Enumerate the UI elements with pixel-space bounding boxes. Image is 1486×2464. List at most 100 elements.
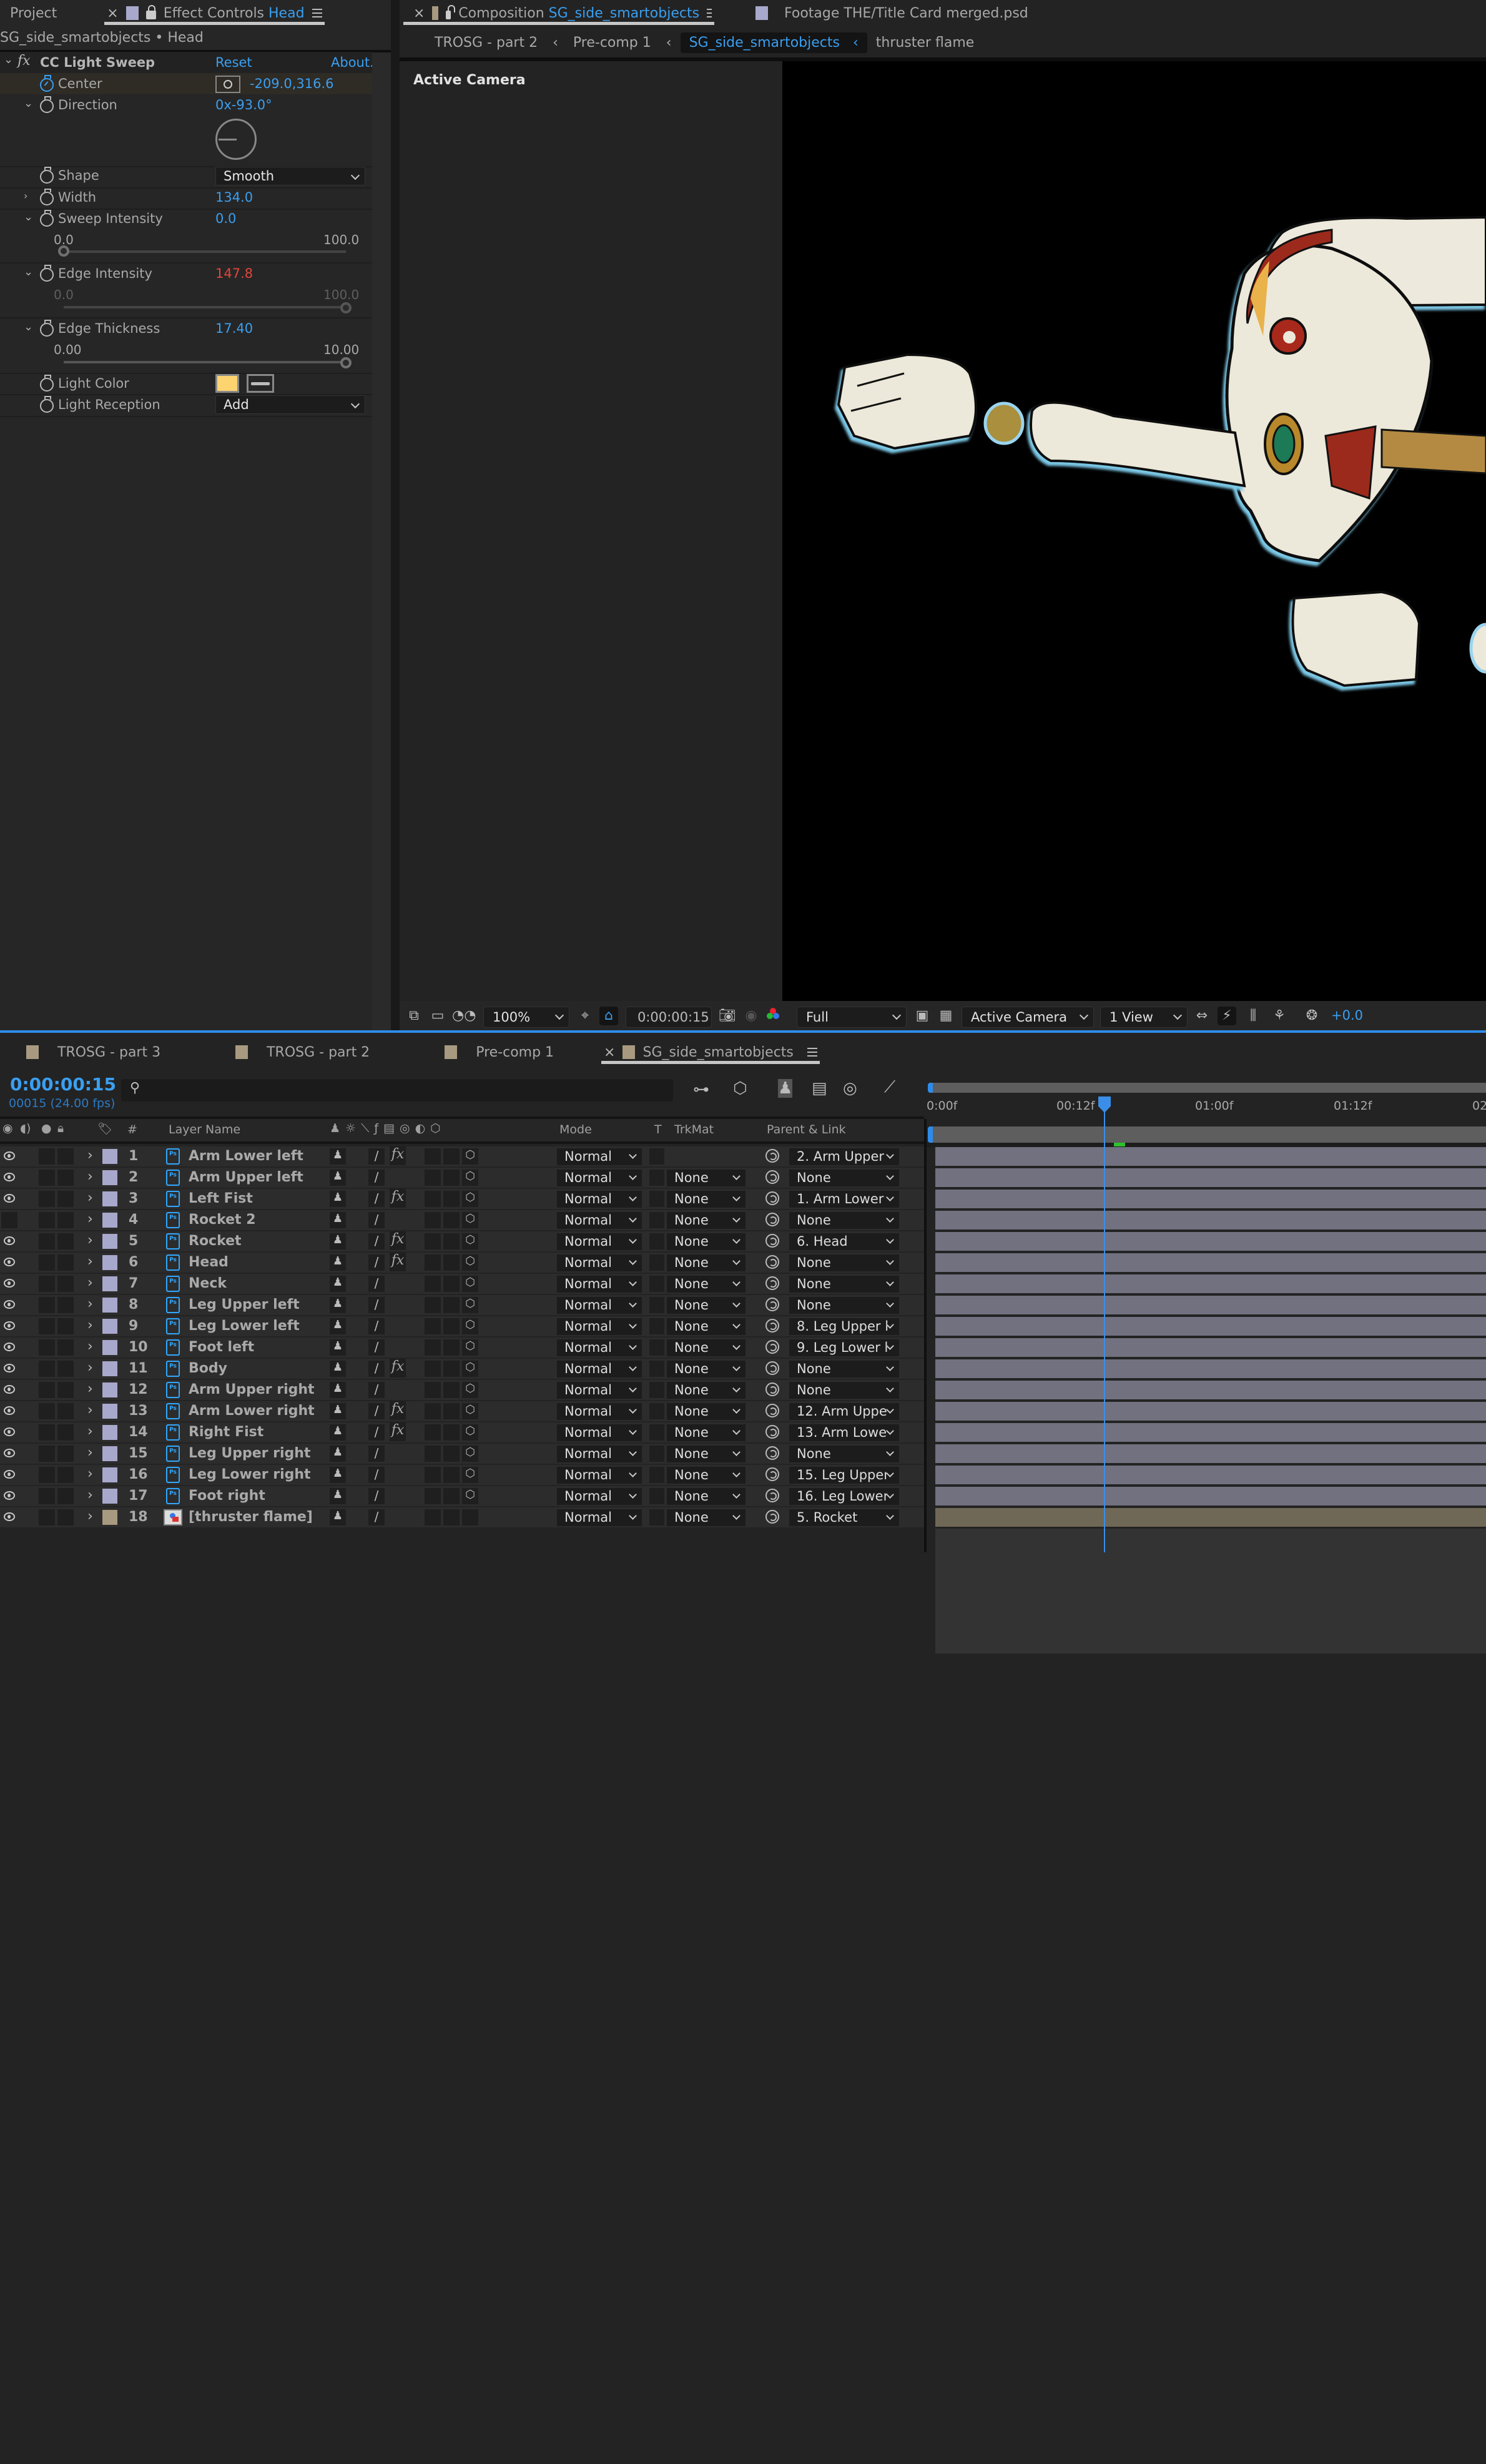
reset-link[interactable]: Reset: [215, 55, 252, 70]
label-color-swatch[interactable]: [102, 1255, 117, 1270]
chevron-right-icon[interactable]: ›: [87, 1190, 93, 1206]
layer-duration-bar[interactable]: [935, 1487, 1486, 1506]
frame-blend-switch[interactable]: [425, 1318, 441, 1334]
frame-blend-switch[interactable]: [425, 1361, 441, 1377]
blend-mode-dropdown[interactable]: Normal: [557, 1403, 642, 1420]
pickwhip-icon[interactable]: [765, 1382, 779, 1396]
layer-row[interactable]: › 5 Ps Rocket ♟ / fx ⬡ Normal None 6. He…: [0, 1231, 924, 1251]
camera-dropdown[interactable]: Active Camera: [962, 1007, 1094, 1028]
shy-switch-icon[interactable]: ♟: [330, 1509, 346, 1525]
solo-toggle[interactable]: [57, 1382, 74, 1398]
shy-switch-icon[interactable]: ♟: [330, 1170, 346, 1186]
solo-toggle[interactable]: [57, 1254, 74, 1271]
frame-blend-switch[interactable]: [425, 1509, 441, 1525]
3d-layer-icon[interactable]: ⬡: [462, 1297, 478, 1313]
work-area-bar[interactable]: [928, 1126, 1486, 1143]
motion-blur-switch[interactable]: [443, 1403, 460, 1419]
frame-blend-switch[interactable]: [425, 1488, 441, 1504]
chevron-right-icon[interactable]: ›: [87, 1466, 93, 1482]
blend-mode-dropdown[interactable]: Normal: [557, 1212, 642, 1229]
tab-project[interactable]: Project: [0, 0, 63, 26]
quality-switch-icon[interactable]: /: [368, 1467, 385, 1483]
eye-icon[interactable]: [4, 1236, 15, 1245]
stopwatch-icon[interactable]: [40, 210, 54, 227]
layer-duration-bar[interactable]: [935, 1402, 1486, 1421]
stopwatch-icon[interactable]: [40, 396, 54, 413]
chevron-down-icon[interactable]: ⌄: [24, 212, 33, 223]
chevron-right-icon[interactable]: ›: [87, 1445, 93, 1461]
audio-toggle[interactable]: [39, 1509, 55, 1525]
3d-layer-icon[interactable]: ⬡: [462, 1233, 478, 1249]
stopwatch-icon[interactable]: [40, 189, 54, 205]
pickwhip-icon[interactable]: [765, 1404, 779, 1417]
quality-switch-icon[interactable]: /: [368, 1297, 385, 1313]
edge-intensity-slider-track[interactable]: [64, 306, 346, 308]
layer-row[interactable]: › 9 Ps Leg Lower left ♟ / ⬡ Normal None …: [0, 1316, 924, 1336]
layer-name[interactable]: Right Fist: [189, 1422, 263, 1442]
frame-blend-switch[interactable]: [425, 1191, 441, 1207]
trkmat-dropdown[interactable]: None: [667, 1233, 745, 1250]
always-preview-icon[interactable]: ⧉: [405, 1007, 423, 1025]
timecode-field[interactable]: 0:00:00:15: [626, 1007, 712, 1028]
fx-switch-icon[interactable]: fx: [390, 1189, 406, 1208]
frame-blend-switch[interactable]: [425, 1254, 441, 1271]
angle-dial[interactable]: [215, 119, 257, 160]
frame-blend-switch[interactable]: [425, 1424, 441, 1441]
shy-switch-icon[interactable]: ♟: [330, 1382, 346, 1398]
shy-switch-icon[interactable]: ♟: [330, 1446, 346, 1462]
3d-layer-icon[interactable]: ⬡: [462, 1170, 478, 1186]
parent-dropdown[interactable]: 6. Head: [789, 1233, 899, 1250]
label-color-swatch[interactable]: [102, 1510, 117, 1525]
frame-blend-switch[interactable]: [425, 1382, 441, 1398]
param-value[interactable]: 0.0: [215, 211, 236, 226]
fx-icon[interactable]: fx: [17, 53, 31, 69]
stopwatch-icon[interactable]: [40, 320, 54, 337]
layer-duration-bar[interactable]: [935, 1466, 1486, 1484]
motion-blur-switch[interactable]: [443, 1509, 460, 1525]
edge-intensity-slider-knob[interactable]: [340, 302, 352, 313]
layer-name[interactable]: Neck: [189, 1274, 227, 1294]
audio-toggle[interactable]: [39, 1148, 55, 1165]
blend-mode-dropdown[interactable]: Normal: [557, 1254, 642, 1271]
shy-switch-icon[interactable]: ♟: [330, 1339, 346, 1356]
blend-mode-dropdown[interactable]: Normal: [557, 1361, 642, 1377]
preserve-transparency-toggle[interactable]: [649, 1212, 664, 1228]
panel-menu-icon[interactable]: [807, 1048, 817, 1057]
about-link[interactable]: About.: [331, 55, 374, 70]
tab-footage[interactable]: Footage THE/Title Card merged.psd: [749, 0, 1035, 26]
quality-switch-icon[interactable]: /: [368, 1318, 385, 1334]
blend-mode-dropdown[interactable]: Normal: [557, 1509, 642, 1526]
motion-blur-switch[interactable]: [443, 1276, 460, 1292]
layer-row[interactable]: › 1 Ps Arm Lower left ♟ / fx ⬡ Normal 2.…: [0, 1146, 924, 1166]
motion-blur-switch[interactable]: [443, 1361, 460, 1377]
solo-toggle[interactable]: [57, 1403, 74, 1419]
layer-name[interactable]: Leg Upper right: [189, 1444, 310, 1464]
layer-row[interactable]: › 3 Ps Left Fist ♟ / fx ⬡ Normal None 1.…: [0, 1189, 924, 1209]
label-color-swatch[interactable]: [102, 1382, 117, 1397]
3d-layer-icon[interactable]: ⬡: [462, 1191, 478, 1207]
work-area-start-handle[interactable]: [928, 1126, 933, 1143]
layer-row[interactable]: › 14 Ps Right Fist ♟ / fx ⬡ Normal None …: [0, 1422, 924, 1442]
quality-switch-icon[interactable]: /: [368, 1233, 385, 1249]
audio-toggle[interactable]: [39, 1318, 55, 1334]
tab-timeline[interactable]: TROSG - part 2: [229, 1039, 376, 1065]
frame-blend-switch[interactable]: [425, 1467, 441, 1483]
exposure-value[interactable]: +0.0: [1331, 1008, 1363, 1023]
quality-switch-icon[interactable]: /: [368, 1361, 385, 1377]
pickwhip-icon[interactable]: [765, 1170, 779, 1184]
preserve-transparency-toggle[interactable]: [649, 1254, 664, 1271]
shy-switch-icon[interactable]: ♟: [330, 1318, 346, 1334]
trkmat-dropdown[interactable]: None: [667, 1424, 745, 1441]
layer-name[interactable]: Left Fist: [189, 1189, 253, 1209]
quality-switch-icon[interactable]: /: [368, 1382, 385, 1398]
blend-mode-dropdown[interactable]: Normal: [557, 1424, 642, 1441]
label-color-swatch[interactable]: [102, 1489, 117, 1504]
trkmat-dropdown[interactable]: None: [667, 1361, 745, 1377]
layer-search-input[interactable]: ⚲: [121, 1079, 673, 1101]
frame-blend-switch[interactable]: [425, 1148, 441, 1165]
shy-switch-icon[interactable]: ♟: [330, 1488, 346, 1504]
layer-row[interactable]: › 2 Ps Arm Upper left ♟ / ⬡ Normal None …: [0, 1168, 924, 1188]
preserve-transparency-toggle[interactable]: [649, 1170, 664, 1186]
eye-icon[interactable]: [4, 1512, 15, 1521]
breadcrumb-item-active[interactable]: SG_side_smartobjects ‹: [680, 32, 867, 53]
